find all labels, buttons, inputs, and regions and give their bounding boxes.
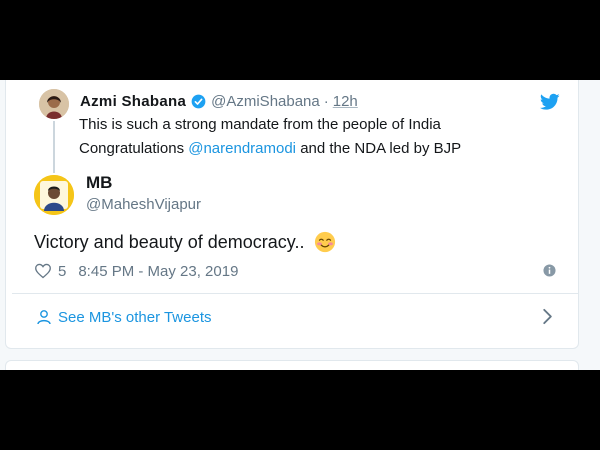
thread-connector xyxy=(53,121,55,173)
info-icon[interactable] xyxy=(543,264,556,277)
quoted-tweet-header: Azmi Shabana @AzmiShabana · 12h xyxy=(80,91,358,111)
tweet-meta: 5 8:45 PM - May 23, 2019 xyxy=(34,261,238,281)
mention-link[interactable]: @narendramodi xyxy=(188,140,296,157)
quoted-text-prefix: Congratulations xyxy=(79,140,189,157)
quoted-author-name[interactable]: Azmi Shabana xyxy=(80,93,186,110)
chevron-right-icon[interactable] xyxy=(542,308,554,325)
quoted-text-suffix: and the NDA led by BJP xyxy=(296,140,462,157)
person-icon xyxy=(37,310,51,325)
heart-icon[interactable] xyxy=(34,263,52,279)
like-count[interactable]: 5 xyxy=(58,263,66,280)
quoted-author-handle[interactable]: @AzmiShabana xyxy=(211,93,320,110)
quoted-tweet-time[interactable]: 12h xyxy=(333,93,358,110)
tweet-text: Victory and beauty of democracy.. xyxy=(34,229,336,255)
see-other-tweets-label: See MB's other Tweets xyxy=(58,308,212,326)
smiling-blushing-face-icon xyxy=(315,231,336,253)
author-avatar[interactable] xyxy=(34,175,74,215)
tweet-body: Victory and beauty of democracy.. xyxy=(34,232,305,252)
quoted-text-line-2: Congratulations @narendramodi and the ND… xyxy=(79,137,519,161)
quoted-tweet-text: This is such a strong mandate from the p… xyxy=(79,113,519,161)
tweet-timestamp[interactable]: 8:45 PM - May 23, 2019 xyxy=(78,263,238,280)
card-divider xyxy=(12,293,578,294)
separator-dot: · xyxy=(323,92,329,110)
twitter-bird-icon[interactable] xyxy=(540,93,560,111)
letterbox-top xyxy=(0,0,600,80)
author-name[interactable]: MB xyxy=(86,173,112,193)
embedded-tweet-area: Azmi Shabana @AzmiShabana · 12h This is … xyxy=(0,80,600,370)
author-handle[interactable]: @MaheshVijapur xyxy=(86,196,201,213)
tweet-card: Azmi Shabana @AzmiShabana · 12h This is … xyxy=(5,80,579,349)
verified-badge-icon xyxy=(191,94,206,108)
quoted-text-line-1: This is such a strong mandate from the p… xyxy=(79,116,441,133)
next-tweet-card xyxy=(5,360,579,370)
see-other-tweets-link[interactable]: See MB's other Tweets xyxy=(36,307,212,327)
letterbox-bottom xyxy=(0,370,600,450)
quoted-author-avatar[interactable] xyxy=(39,89,69,119)
